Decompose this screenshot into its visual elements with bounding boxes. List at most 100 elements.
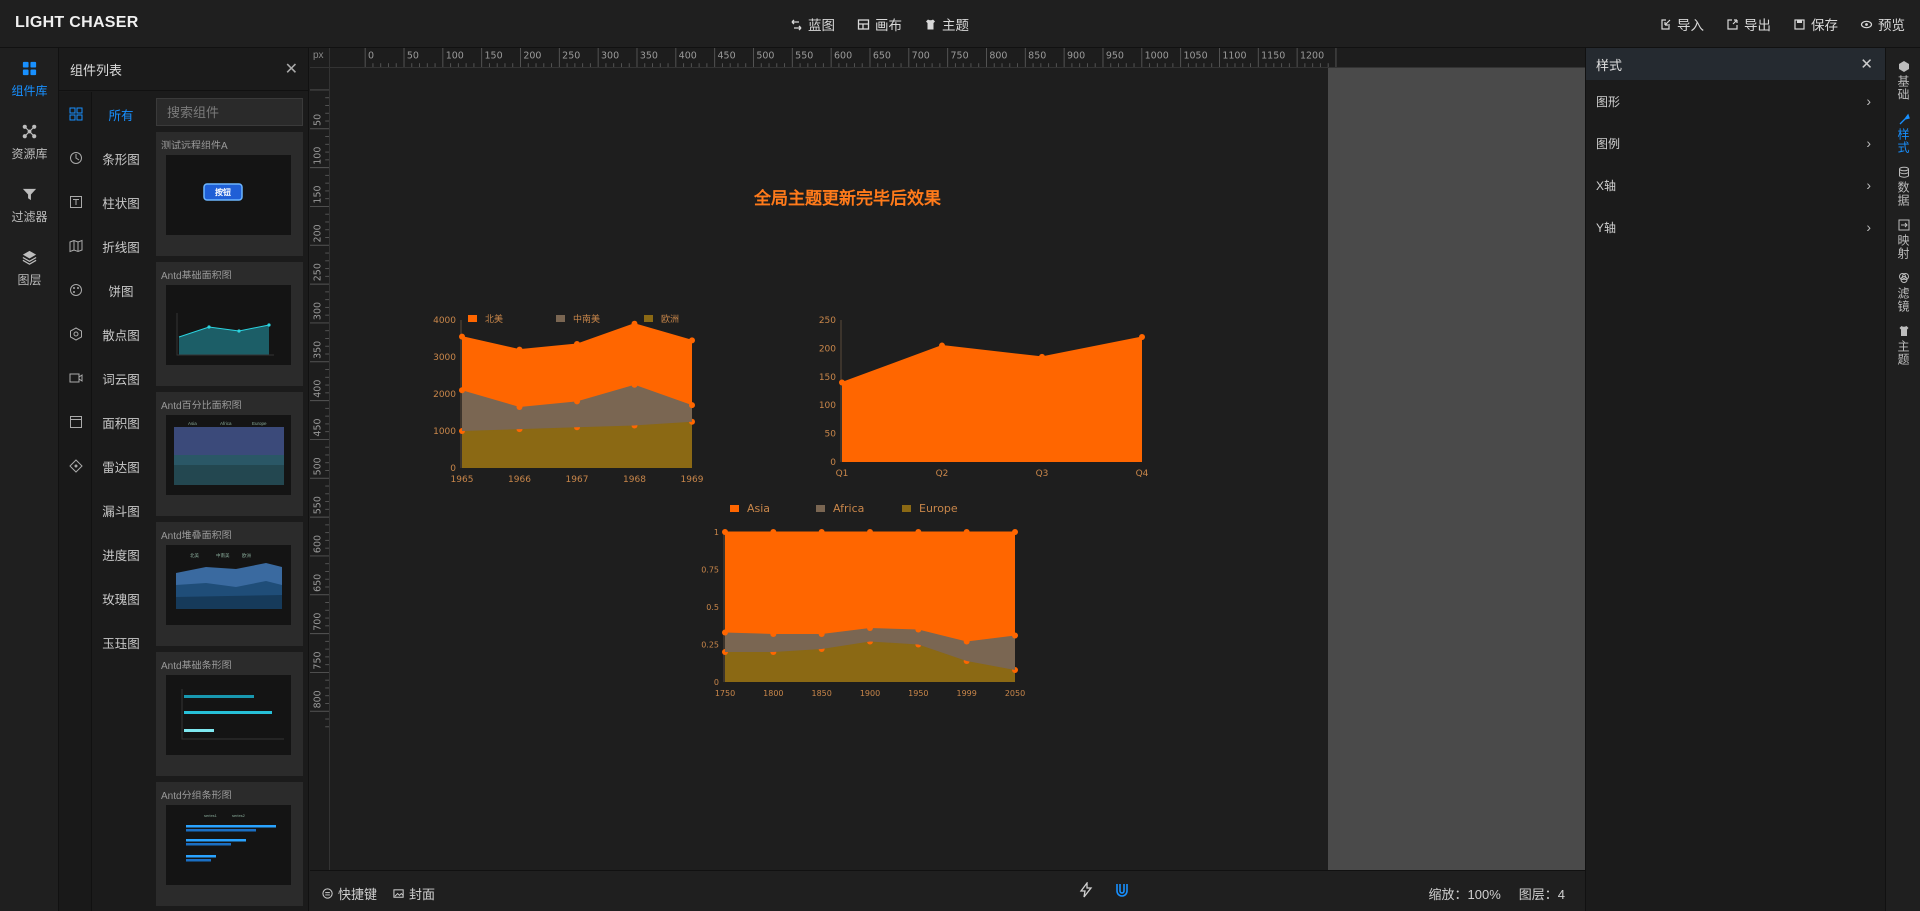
left-nav-item-2[interactable]: 过滤器 [0, 174, 59, 237]
theme-button[interactable]: 主题 [924, 14, 969, 34]
category-item[interactable]: 柱状图 [92, 180, 150, 224]
right-nav-item-2[interactable]: 数据 [1886, 166, 1920, 207]
right-nav-item-3[interactable]: 映射 [1886, 219, 1920, 260]
category-item[interactable]: 饼图 [92, 268, 150, 312]
ruler-label: 900 [1067, 50, 1085, 61]
data-point[interactable] [459, 333, 465, 340]
thumbnail-graphic: 北美 中南美 欧洲 [172, 551, 286, 617]
style-section-row[interactable]: 图形 › [1586, 80, 1885, 122]
component-card[interactable]: Antd百分比面积图 Asia Africa Europe [156, 392, 303, 516]
category-group-1[interactable] [59, 136, 92, 180]
thumbnail-graphic: 按钮 [166, 155, 291, 235]
data-point[interactable] [722, 529, 728, 535]
basic-area-chart[interactable]: 050100150200250Q1 Q2 Q3 Q4 [792, 306, 1172, 479]
search-input[interactable] [156, 98, 303, 126]
category-group-0[interactable] [59, 92, 92, 136]
style-section-label: Y轴 [1596, 220, 1617, 235]
stage-title[interactable]: 全局主题更新完毕后效果 [330, 184, 1365, 209]
category-group-8[interactable] [59, 444, 92, 488]
component-card-title: Antd基础条形图 [161, 661, 232, 669]
style-section-row[interactable]: 图例 › [1586, 122, 1885, 164]
component-card[interactable]: 测试远程组件A 按钮 [156, 132, 303, 256]
data-point[interactable] [1039, 353, 1045, 360]
ruler-label: 650 [873, 50, 891, 61]
import-button[interactable]: 导入 [1659, 14, 1704, 34]
y-tick-label: 150 [819, 373, 836, 383]
category-item[interactable]: 雷达图 [92, 444, 150, 488]
legend-label[interactable]: Africa [833, 502, 864, 515]
data-point[interactable] [818, 529, 825, 535]
component-card[interactable]: Antd堆叠面积图 北美 中南美 欧洲 [156, 522, 303, 646]
y-tick-label: 0 [450, 464, 456, 474]
category-item[interactable]: 玫瑰图 [92, 576, 150, 620]
legend-label[interactable]: 中南美 [573, 313, 600, 325]
category-item[interactable]: 所有 [92, 92, 150, 136]
data-point[interactable] [770, 529, 777, 535]
left-nav-item-3[interactable]: 图层 [0, 237, 59, 300]
magnet-icon[interactable] [1114, 882, 1130, 898]
canvas-stage[interactable]: 全局主题更新完毕后效果 0 1000 2000 3000 4000 1965 1966 196… [330, 68, 1328, 870]
category-group-7[interactable] [59, 400, 92, 444]
category-list: 所有 条形图 柱状图 折线图 饼图 散点图 词云图 面积图 雷达图 漏斗图 进度图 玫瑰图 玉珏图 [92, 92, 150, 911]
right-nav-item-5[interactable]: 主题 [1886, 325, 1920, 366]
style-section-row[interactable]: Y轴 › [1586, 206, 1885, 248]
legend-label[interactable]: 北美 [485, 313, 503, 325]
category-item[interactable]: 进度图 [92, 532, 150, 576]
category-item[interactable]: 散点图 [92, 312, 150, 356]
category-item[interactable]: 漏斗图 [92, 488, 150, 532]
category-item[interactable]: 条形图 [92, 136, 150, 180]
right-nav-item-0[interactable]: 基础 [1886, 60, 1920, 101]
data-point[interactable] [516, 346, 523, 353]
canvas-button[interactable]: 画布 [857, 14, 902, 34]
x-tick-label: 1950 [908, 689, 928, 698]
component-card[interactable]: Antd基础面积图 [156, 262, 303, 386]
close-icon[interactable]: ✕ [1860, 55, 1873, 73]
style-section-row[interactable]: X轴 › [1586, 164, 1885, 206]
category-group-3[interactable] [59, 224, 92, 268]
data-point[interactable] [939, 342, 945, 349]
category-item[interactable]: 玉珏图 [92, 620, 150, 664]
export-button[interactable]: 导出 [1726, 14, 1771, 34]
category-group-6[interactable] [59, 356, 92, 400]
ruler-label: 650 [312, 574, 323, 592]
category-item[interactable]: 面积图 [92, 400, 150, 444]
category-group-2[interactable] [59, 180, 92, 224]
legend-label[interactable]: Europe [919, 502, 958, 515]
data-point[interactable] [1139, 334, 1145, 341]
data-point[interactable] [631, 320, 638, 327]
preview-button[interactable]: 预览 [1860, 14, 1905, 34]
left-nav-item-0[interactable]: 组件库 [0, 48, 59, 111]
right-nav-item-4[interactable]: 滤镜 [1886, 272, 1920, 313]
vertical-ruler: 50 100 150 200 250 300 350 400 450 500 550 600 650 70… [310, 68, 330, 870]
category-item[interactable]: 折线图 [92, 224, 150, 268]
left-nav-item-1[interactable]: 资源库 [0, 111, 59, 174]
save-button[interactable]: 保存 [1793, 14, 1838, 34]
data-point[interactable] [915, 529, 922, 535]
blueprint-button[interactable]: 蓝图 [790, 14, 835, 34]
right-nav-item-1[interactable]: 样式 [1886, 113, 1920, 154]
lightning-icon[interactable] [1078, 882, 1094, 898]
legend-label[interactable]: 欧洲 [661, 313, 679, 325]
x-tick-label: 1900 [860, 689, 880, 698]
cover-button[interactable]: 封面 [393, 884, 435, 903]
close-icon[interactable]: ✕ [285, 59, 298, 79]
data-point[interactable] [963, 529, 970, 535]
data-point[interactable] [839, 379, 845, 386]
stacked-area-chart[interactable]: 010002000300040001965 1966 1967 1968 1969北美中… [420, 308, 730, 485]
data-point[interactable] [689, 337, 695, 344]
data-point[interactable] [574, 341, 580, 348]
component-card[interactable]: Antd分组条形图 series1 series2 [156, 782, 303, 906]
percent-area-chart[interactable]: 0 0.25 0.5 0.75 1 1750 1800 1850 1900 1950 1999 205… [696, 476, 1036, 706]
component-card[interactable]: Antd基础条形图 [156, 652, 303, 776]
data-point[interactable] [867, 529, 873, 535]
zoom-level[interactable]: 缩放：100% [1429, 884, 1501, 903]
left-nav-label: 组件库 [11, 84, 48, 98]
data-point[interactable] [1012, 529, 1018, 535]
legend-label[interactable]: Asia [747, 502, 770, 515]
ruler-unit: px [310, 48, 330, 68]
bottom-action-label: 快捷键 [338, 887, 378, 902]
shortcut-button[interactable]: 快捷键 [322, 884, 377, 903]
category-group-5[interactable] [59, 312, 92, 356]
category-item[interactable]: 词云图 [92, 356, 150, 400]
category-group-4[interactable] [59, 268, 92, 312]
